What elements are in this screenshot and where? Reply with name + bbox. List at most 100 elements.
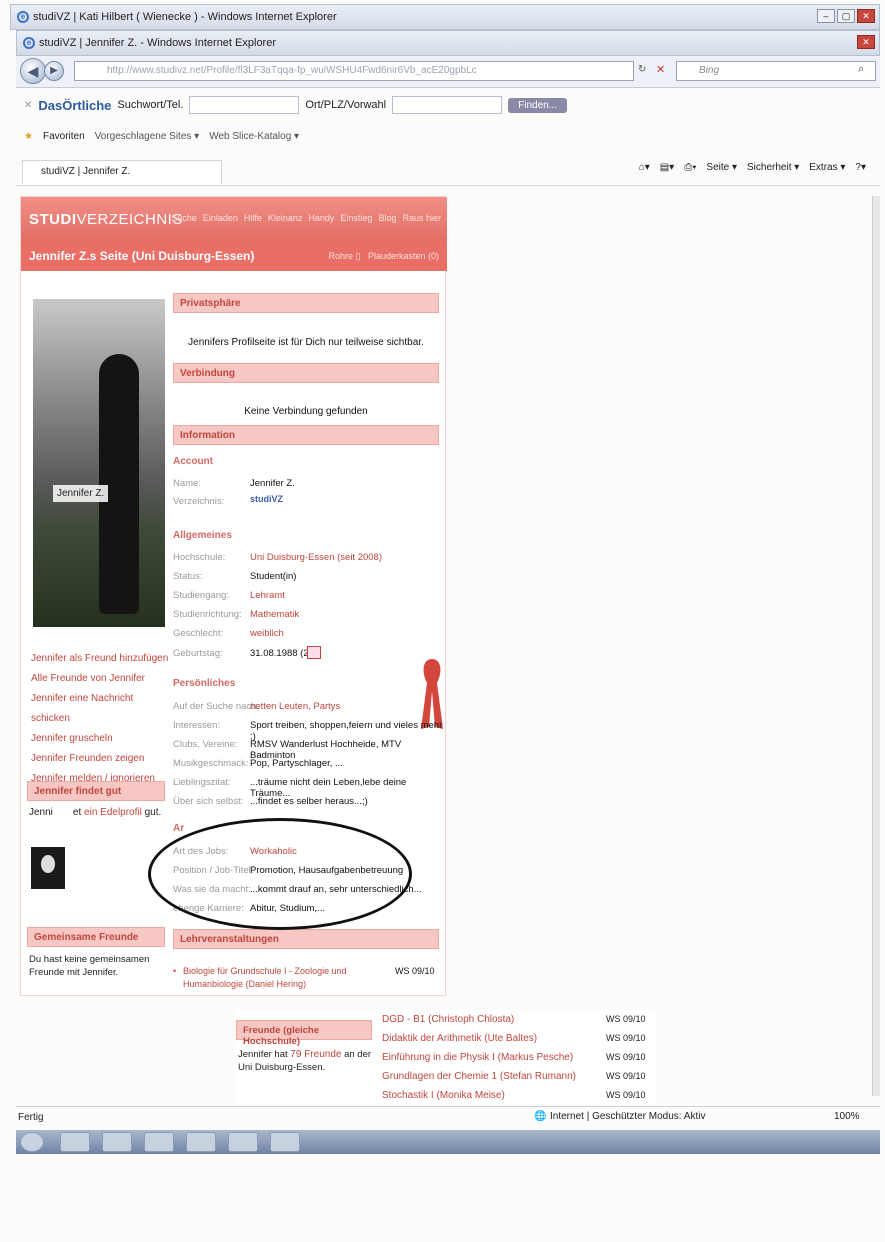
url-text: http://www.studivz.net/Profile/fl3LF3aTq… bbox=[107, 65, 477, 76]
privatsphaere-text: Jennifers Profilseite ist für Dich nur t… bbox=[188, 337, 424, 348]
taskbar-calculator-icon[interactable] bbox=[228, 1132, 258, 1152]
web-slice-button[interactable]: Web Slice-Katalog ▾ bbox=[209, 131, 299, 142]
profile-photo[interactable]: Jennifer Z. bbox=[33, 299, 165, 627]
edelprofil-link[interactable]: ein Edelprofil bbox=[84, 807, 142, 818]
geschlecht-value[interactable]: weiblich bbox=[250, 628, 284, 639]
close-icon[interactable]: ✕ bbox=[857, 35, 875, 49]
search-input[interactable]: Bing bbox=[676, 61, 876, 81]
search-term-field[interactable] bbox=[189, 96, 300, 114]
url-input[interactable]: http://www.studivz.net/Profile/fl3LF3aTq… bbox=[74, 61, 634, 81]
nav-einladen[interactable]: Einladen bbox=[203, 213, 238, 223]
edelprofil-thumbnail[interactable] bbox=[31, 847, 65, 889]
ueber-label: Über sich selbst: bbox=[173, 796, 244, 807]
refresh-icon[interactable]: ↻ bbox=[638, 64, 646, 75]
course-row[interactable]: • Biologie für Grundschule I - Zoologie … bbox=[173, 965, 439, 989]
name-value: Jennifer Z. bbox=[250, 478, 295, 489]
studienrichtung-value[interactable]: Mathematik bbox=[250, 609, 299, 620]
print-icon[interactable]: ⎙▾ bbox=[684, 162, 696, 173]
close-icon[interactable]: ✕ bbox=[857, 9, 875, 23]
rohre-link[interactable]: Rohre bbox=[328, 251, 353, 261]
maximize-icon[interactable]: ▢ bbox=[837, 9, 855, 23]
security-menu[interactable]: Sicherheit ▾ bbox=[747, 162, 799, 173]
action-all-friends[interactable]: Alle Freunde von Jennifer bbox=[31, 669, 171, 689]
nav-kleinanz[interactable]: Kleinanz bbox=[268, 213, 303, 223]
taskbar-media-icon[interactable] bbox=[102, 1132, 132, 1152]
course-row[interactable]: DGD - B1 (Christoph Chlosta) WS 09/10 bbox=[382, 1014, 652, 1025]
window-title: studiVZ | Jennifer Z. - Windows Internet… bbox=[39, 37, 276, 49]
site-logo[interactable]: STUDIVERZEICHNIS bbox=[29, 211, 183, 228]
toolbar-brand: DasÖrtliche bbox=[38, 97, 112, 113]
nav-suche[interactable]: Suche bbox=[171, 213, 197, 223]
calendar-icon[interactable] bbox=[307, 646, 321, 659]
freunde-link[interactable]: 79 Freunde bbox=[290, 1049, 341, 1060]
find-button[interactable]: Finden... bbox=[508, 97, 568, 113]
nav-einstieg[interactable]: Einstieg bbox=[340, 213, 372, 223]
page-menu[interactable]: Seite ▾ bbox=[706, 162, 737, 173]
course-title[interactable]: Stochastik I (Monika Meise) bbox=[382, 1090, 505, 1101]
gemeinsame-freunde-text: Du hast keine gemeinsamen Freunde mit Je… bbox=[29, 954, 150, 978]
taskbar-paint-icon[interactable] bbox=[270, 1132, 300, 1152]
tab-title: studiVZ | Jennifer Z. bbox=[41, 166, 131, 177]
action-send-message[interactable]: Jennifer eine Nachricht schicken bbox=[31, 689, 171, 729]
freunde-header: Freunde (gleiche Hochschule) bbox=[236, 1020, 372, 1047]
nav-blog[interactable]: Blog bbox=[378, 213, 396, 223]
nav-hilfe[interactable]: Hilfe bbox=[244, 213, 262, 223]
studiengang-value[interactable]: Lehramt bbox=[250, 590, 285, 601]
ueber-value: ...findet es selber heraus...;) bbox=[250, 796, 368, 807]
course-row[interactable]: Stochastik I (Monika Meise) WS 09/10 bbox=[382, 1090, 652, 1101]
taskbar-app-icon[interactable] bbox=[144, 1132, 174, 1152]
musik-value: Pop, Partyschlager, ... bbox=[250, 758, 343, 769]
suche-value[interactable]: netten Leuten, Partys bbox=[250, 701, 340, 712]
studivz-badge[interactable]: studiVZ bbox=[250, 494, 283, 504]
extras-menu[interactable]: Extras ▾ bbox=[809, 162, 845, 173]
feeds-icon[interactable]: ▤▾ bbox=[660, 162, 674, 173]
address-bar: ◀ ▶ http://www.studivz.net/Profile/fl3LF… bbox=[16, 56, 880, 88]
arbeit-subheader: Ar bbox=[173, 823, 185, 834]
back-window-title: studiVZ | Kati Hilbert ( Wienecke ) - Wi… bbox=[33, 11, 337, 23]
silhouette bbox=[99, 354, 139, 614]
course-title[interactable]: Einführung in die Physik I (Markus Pesch… bbox=[382, 1052, 573, 1063]
course-row[interactable]: Grundlagen der Chemie 1 (Stefan Rumann) W… bbox=[382, 1071, 652, 1082]
taskbar-folder-icon[interactable] bbox=[60, 1132, 90, 1152]
zone-text: Internet | Geschützter Modus: Aktiv bbox=[550, 1111, 706, 1122]
course-term: WS 09/10 bbox=[606, 1052, 646, 1062]
nav-handy[interactable]: Handy bbox=[308, 213, 334, 223]
vertical-scrollbar[interactable] bbox=[872, 196, 880, 1096]
help-icon[interactable]: ?▾ bbox=[855, 162, 866, 173]
stop-icon[interactable]: ✕ bbox=[656, 63, 665, 76]
course-row[interactable]: Einführung in die Physik I (Markus Pesch… bbox=[382, 1052, 652, 1063]
plauderkasten-link[interactable]: Plauderkasten (0) bbox=[368, 251, 439, 261]
window-titlebar[interactable]: e studiVZ | Jennifer Z. - Windows Intern… bbox=[16, 30, 880, 56]
action-add-friend[interactable]: Jennifer als Freund hinzufügen bbox=[31, 649, 171, 669]
taskbar-ie-icon[interactable] bbox=[186, 1132, 216, 1152]
information-header: Information bbox=[173, 425, 439, 445]
start-button[interactable] bbox=[20, 1132, 44, 1152]
zoom-level[interactable]: 100% bbox=[834, 1111, 860, 1122]
profile-actions: Jennifer als Freund hinzufügen Alle Freu… bbox=[31, 649, 171, 789]
tab-studivz[interactable]: studiVZ | Jennifer Z. bbox=[22, 160, 222, 184]
hochschule-value[interactable]: Uni Duisburg-Essen (seit 2008) bbox=[250, 552, 382, 563]
back-button[interactable]: ◀ bbox=[20, 58, 46, 84]
suggested-sites-button[interactable]: Vorgeschlagene Sites ▾ bbox=[95, 131, 200, 142]
action-gruscheln[interactable]: Jennifer gruscheln bbox=[31, 729, 171, 749]
course-row[interactable]: Didaktik der Arithmetik (Ute Baltes) WS 0… bbox=[382, 1033, 652, 1044]
nav-raus-hier[interactable]: Raus hier bbox=[402, 213, 441, 223]
favorites-button[interactable]: Favoriten bbox=[43, 131, 85, 142]
home-icon[interactable]: ⌂▾ bbox=[639, 162, 650, 173]
command-bar: ⌂▾ ▤▾ ⎙▾ Seite ▾ Sicherheit ▾ Extras ▾ ?… bbox=[639, 162, 866, 173]
tab-row: studiVZ | Jennifer Z. ⌂▾ ▤▾ ⎙▾ Seite ▾ S… bbox=[16, 156, 880, 186]
action-show-friends[interactable]: Jennifer Freunden zeigen bbox=[31, 749, 171, 769]
search-icon[interactable]: ⌕ bbox=[858, 63, 864, 76]
forward-button[interactable]: ▶ bbox=[44, 61, 64, 81]
course-title[interactable]: Grundlagen der Chemie 1 (Stefan Rumann) bbox=[382, 1071, 576, 1082]
course-title[interactable]: DGD - B1 (Christoph Chlosta) bbox=[382, 1014, 514, 1025]
name-label: Name: bbox=[173, 478, 201, 489]
minimize-icon[interactable]: – bbox=[817, 9, 835, 23]
verbindung-text: Keine Verbindung gefunden bbox=[244, 406, 368, 417]
close-toolbar-icon[interactable]: ✕ bbox=[24, 100, 32, 111]
location-field[interactable] bbox=[392, 96, 503, 114]
course-title[interactable]: Biologie für Grundschule I - Zoologie un… bbox=[183, 965, 383, 991]
back-window-titlebar[interactable]: e studiVZ | Kati Hilbert ( Wienecke ) - … bbox=[10, 4, 880, 30]
account-subheader: Account bbox=[173, 456, 213, 467]
course-title[interactable]: Didaktik der Arithmetik (Ute Baltes) bbox=[382, 1033, 537, 1044]
